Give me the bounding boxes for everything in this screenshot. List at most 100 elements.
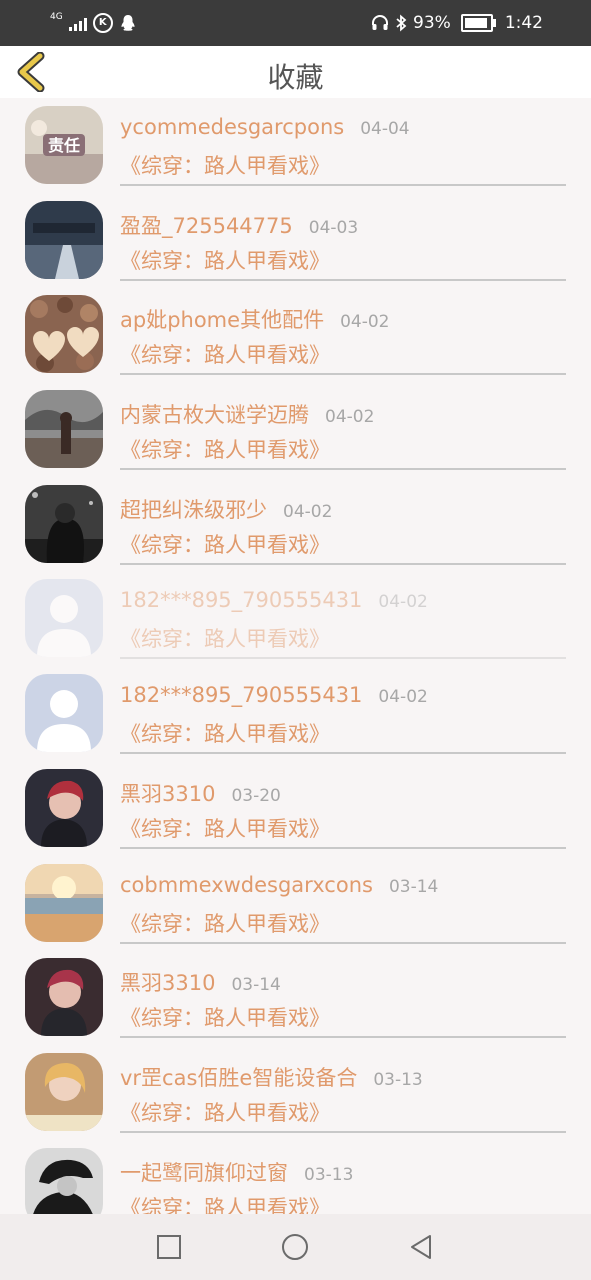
favorite-date: 03-13 xyxy=(373,1069,423,1090)
home-button[interactable] xyxy=(280,1232,310,1262)
status-bar-left: 4G K xyxy=(50,10,137,36)
avatar[interactable] xyxy=(25,674,103,753)
favorite-date: 04-03 xyxy=(308,217,359,238)
list-item[interactable]: 责任 ycommedesgarcpons 04-04 《综穿：路人甲看戏》 xyxy=(0,98,591,193)
list-item[interactable]: 黑羽3310 03-20 《综穿：路人甲看戏》 xyxy=(0,761,591,856)
book-title[interactable]: 《综穿：路人甲看戏》 xyxy=(120,813,330,843)
divider xyxy=(120,846,566,849)
book-title[interactable]: 《综穿：路人甲看戏》 xyxy=(120,529,330,559)
name-row: 内蒙古枚大谜学迈腾 04-02 xyxy=(120,399,374,429)
avatar[interactable] xyxy=(25,768,103,847)
avatar[interactable] xyxy=(25,390,103,469)
square-icon xyxy=(157,1235,181,1259)
favorite-date: 04-04 xyxy=(360,119,410,139)
user-name[interactable]: 盈盈_725544775 xyxy=(120,210,293,240)
qq-icon xyxy=(121,15,135,31)
page-title: 收藏 xyxy=(267,61,324,94)
favorite-date: 03-20 xyxy=(231,785,281,806)
list-item[interactable]: 黑羽3310 03-14 《综穿：路人甲看戏》 xyxy=(0,950,591,1045)
user-name[interactable]: cobmmexwdesgarxcons xyxy=(120,873,373,897)
signal-icon xyxy=(68,15,87,31)
circle-icon xyxy=(282,1234,308,1260)
triangle-back-icon xyxy=(411,1235,431,1259)
bluetooth-icon xyxy=(396,14,407,32)
book-title[interactable]: 《综穿：路人甲看戏》 xyxy=(120,718,330,748)
user-name[interactable]: 内蒙古枚大谜学迈腾 xyxy=(120,399,309,429)
book-title[interactable]: 《综穿：路人甲看戏》 xyxy=(120,150,330,180)
divider xyxy=(120,468,566,471)
avatar[interactable] xyxy=(25,958,103,1037)
favorite-date: 04-02 xyxy=(340,312,390,333)
favorite-date: 03-13 xyxy=(304,1164,354,1185)
clock: 1:42 xyxy=(504,13,543,33)
list-item[interactable]: 内蒙古枚大谜学迈腾 04-02 《综穿：路人甲看戏》 xyxy=(0,382,591,477)
divider xyxy=(120,1130,566,1133)
list-item[interactable]: 182***895_790555431 04-02 《综穿：路人甲看戏》 xyxy=(0,571,591,666)
name-row: 黑羽3310 03-20 xyxy=(120,778,281,808)
user-name[interactable]: ycommedesgarcpons xyxy=(120,115,344,139)
nav-back-button[interactable] xyxy=(406,1232,436,1262)
status-bar: 4G K 93% 1:42 xyxy=(0,0,591,46)
headphones-icon xyxy=(372,15,389,30)
divider xyxy=(120,184,566,186)
favorite-date: 03-14 xyxy=(231,975,281,996)
user-name[interactable]: ap妣phome其他配件 xyxy=(120,304,324,334)
avatar[interactable] xyxy=(25,295,103,374)
user-name[interactable]: 黑羽3310 xyxy=(120,778,215,808)
avatar[interactable] xyxy=(25,1147,103,1214)
name-row: 182***895_790555431 04-02 xyxy=(120,683,428,707)
favorite-date: 04-02 xyxy=(378,592,428,613)
user-name[interactable]: 一起鹭同旗仰过窗 xyxy=(120,1157,288,1187)
list-item[interactable]: 一起鹭同旗仰过窗 03-13 《综穿：路人甲看戏》 xyxy=(0,1140,591,1214)
favorite-date: 04-02 xyxy=(283,501,333,522)
favorites-list[interactable]: 责任 ycommedesgarcpons 04-04 《综穿：路人甲看戏》 盈盈_725… xyxy=(0,98,591,1214)
battery-icon xyxy=(460,14,496,32)
book-title[interactable]: 《综穿：路人甲看戏》 xyxy=(120,434,330,464)
status-bar-right: 93% 1:42 xyxy=(371,10,543,36)
divider xyxy=(120,941,566,944)
avatar[interactable] xyxy=(25,200,103,279)
user-name[interactable]: 超把纠洙级邪少 xyxy=(120,494,267,524)
photo-avatar-icon xyxy=(25,863,103,942)
name-row: cobmmexwdesgarxcons 03-14 xyxy=(120,873,438,897)
photo-avatar-icon xyxy=(25,200,103,279)
favorite-date: 04-02 xyxy=(378,687,428,708)
avatar[interactable]: 责任 xyxy=(25,106,103,184)
list-item[interactable]: 盈盈_725544775 04-03 《综穿：路人甲看戏》 xyxy=(0,193,591,288)
book-title[interactable]: 《综穿：路人甲看戏》 xyxy=(120,1002,330,1032)
recents-button[interactable] xyxy=(154,1232,184,1262)
book-title[interactable]: 《综穿：路人甲看戏》 xyxy=(120,245,330,275)
user-name[interactable]: 182***895_790555431 xyxy=(120,683,362,707)
name-row: 182***895_790555431 04-02 xyxy=(120,588,428,612)
user-name[interactable]: 182***895_790555431 xyxy=(120,588,362,612)
avatar[interactable] xyxy=(25,484,103,563)
photo-avatar-icon xyxy=(25,390,103,469)
k-app-icon: K xyxy=(92,13,113,33)
book-title[interactable]: 《综穿：路人甲看戏》 xyxy=(120,623,330,653)
name-row: ap妣phome其他配件 04-02 xyxy=(120,304,389,334)
avatar[interactable] xyxy=(25,863,103,942)
book-title[interactable]: 《综穿：路人甲看戏》 xyxy=(120,339,330,369)
avatar[interactable] xyxy=(25,579,103,658)
user-name[interactable]: 黑羽3310 xyxy=(120,967,215,997)
photo-avatar-icon xyxy=(25,768,103,847)
default-avatar-icon xyxy=(25,674,103,753)
list-item[interactable]: cobmmexwdesgarxcons 03-14 《综穿：路人甲看戏》 xyxy=(0,856,591,951)
name-row: 一起鹭同旗仰过窗 03-13 xyxy=(120,1157,353,1187)
name-row: 盈盈_725544775 04-03 xyxy=(120,210,358,240)
book-title[interactable]: 《综穿：路人甲看戏》 xyxy=(120,1097,330,1127)
list-item[interactable]: ap妣phome其他配件 04-02 《综穿：路人甲看戏》 xyxy=(0,287,591,382)
divider xyxy=(120,562,566,565)
book-title[interactable]: 《综穿：路人甲看戏》 xyxy=(120,1192,330,1214)
list-item[interactable]: vr罡cas佰胜e智能设备合 03-13 《综穿：路人甲看戏》 xyxy=(0,1045,591,1140)
avatar[interactable] xyxy=(25,1052,103,1131)
book-title[interactable]: 《综穿：路人甲看戏》 xyxy=(120,908,330,938)
list-item[interactable]: 超把纠洙级邪少 04-02 《综穿：路人甲看戏》 xyxy=(0,477,591,572)
name-row: 超把纠洙级邪少 04-02 xyxy=(120,494,332,524)
name-row: ycommedesgarcpons 04-04 xyxy=(120,115,410,139)
photo-avatar-icon: 责任 xyxy=(25,106,103,184)
user-name[interactable]: vr罡cas佰胜e智能设备合 xyxy=(120,1062,357,1092)
list-item[interactable]: 182***895_790555431 04-02 《综穿：路人甲看戏》 xyxy=(0,666,591,761)
favorite-date: 04-02 xyxy=(325,407,375,428)
default-avatar-icon xyxy=(25,579,103,658)
